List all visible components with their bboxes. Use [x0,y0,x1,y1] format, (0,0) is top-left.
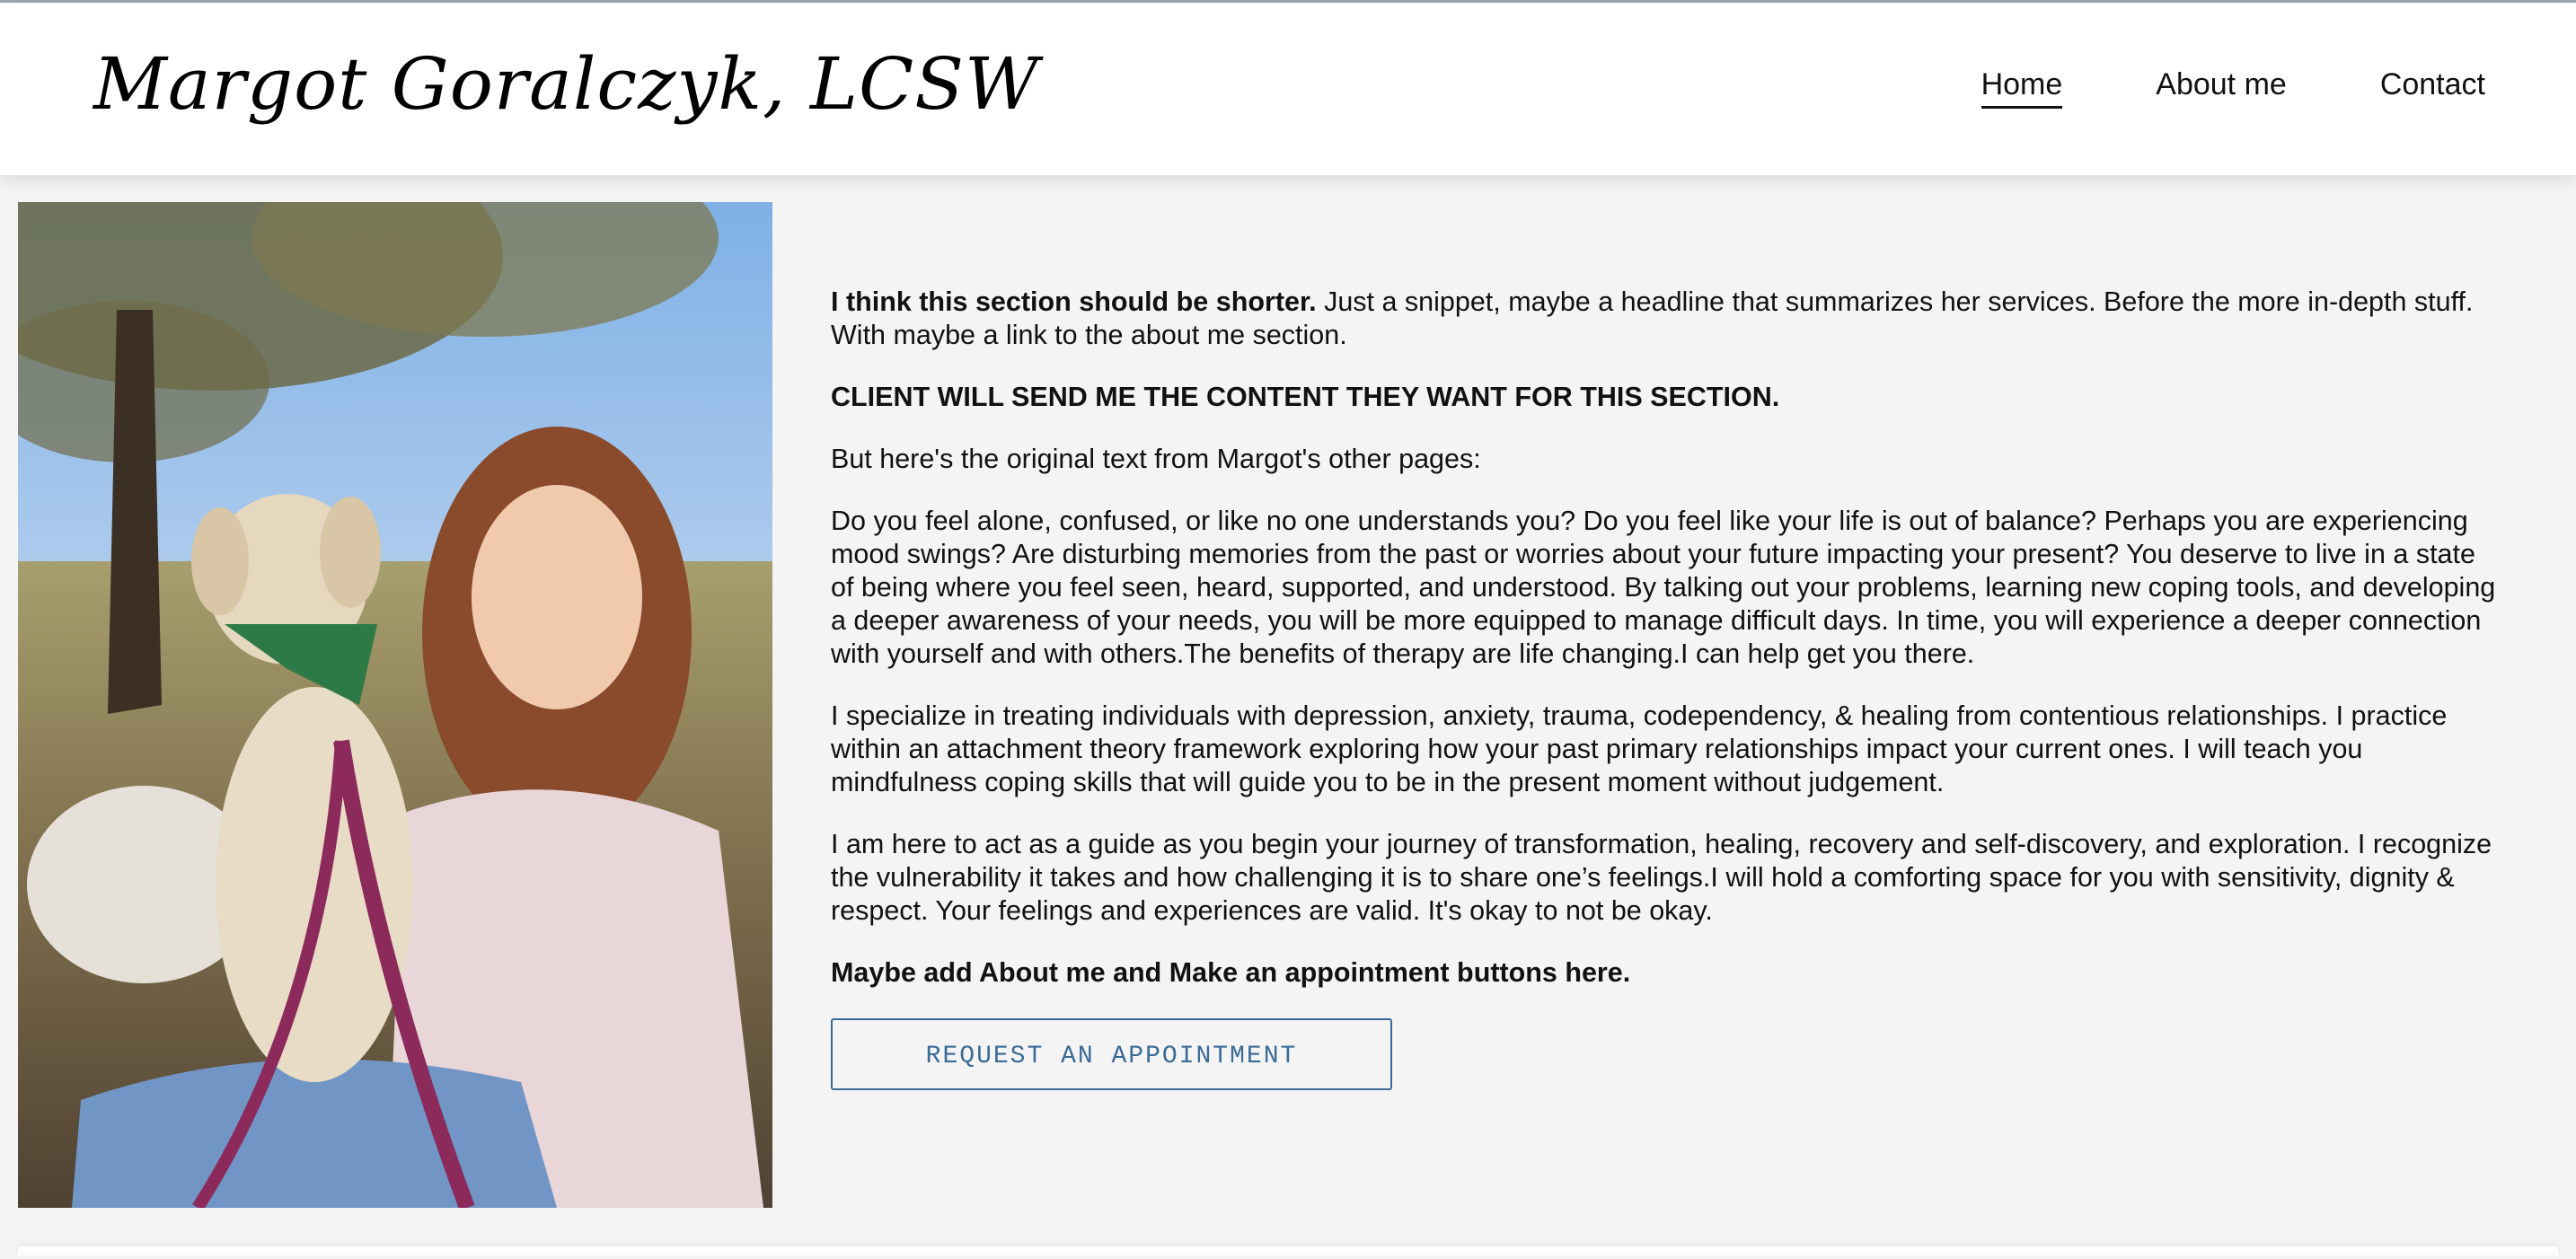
nav-home-link[interactable]: Home [1981,67,2063,109]
site-header: Margot Goralczyk, LCSW Home About me Con… [0,3,2576,175]
original-text-lead: But here's the original text from Margot… [831,444,1481,474]
main-content: I think this section should be shorter. … [831,286,2497,1090]
request-appointment-button[interactable]: REQUEST AN APPOINTMENT [831,1018,1392,1090]
nav-contact-link[interactable]: Contact [2380,67,2485,109]
client-note: CLIENT WILL SEND ME THE CONTENT THEY WAN… [831,381,2497,414]
buttons-note: Maybe add About me and Make an appointme… [831,956,2497,990]
page-bottom-edge [18,1246,2558,1255]
services-paragraph-2: I specialize in treating individuals wit… [831,700,2448,797]
site-title[interactable]: Margot Goralczyk, LCSW [93,42,1039,126]
nav-about-link[interactable]: About me [2156,67,2287,109]
client-note-text: CLIENT WILL SEND ME THE CONTENT THEY WAN… [831,382,1780,412]
intro-bold-text: I think this section should be shorter. [831,286,1317,317]
main-nav: Home About me Contact [1981,67,2485,109]
buttons-note-text: Maybe add About me and Make an appointme… [831,957,1631,988]
services-paragraph-3: I am here to act as a guide as you begin… [831,829,2492,926]
services-paragraph-1: Do you feel alone, confused, or like no … [831,506,2496,669]
profile-photo [18,202,772,1208]
intro-paragraph: I think this section should be shorter. … [831,286,2497,352]
